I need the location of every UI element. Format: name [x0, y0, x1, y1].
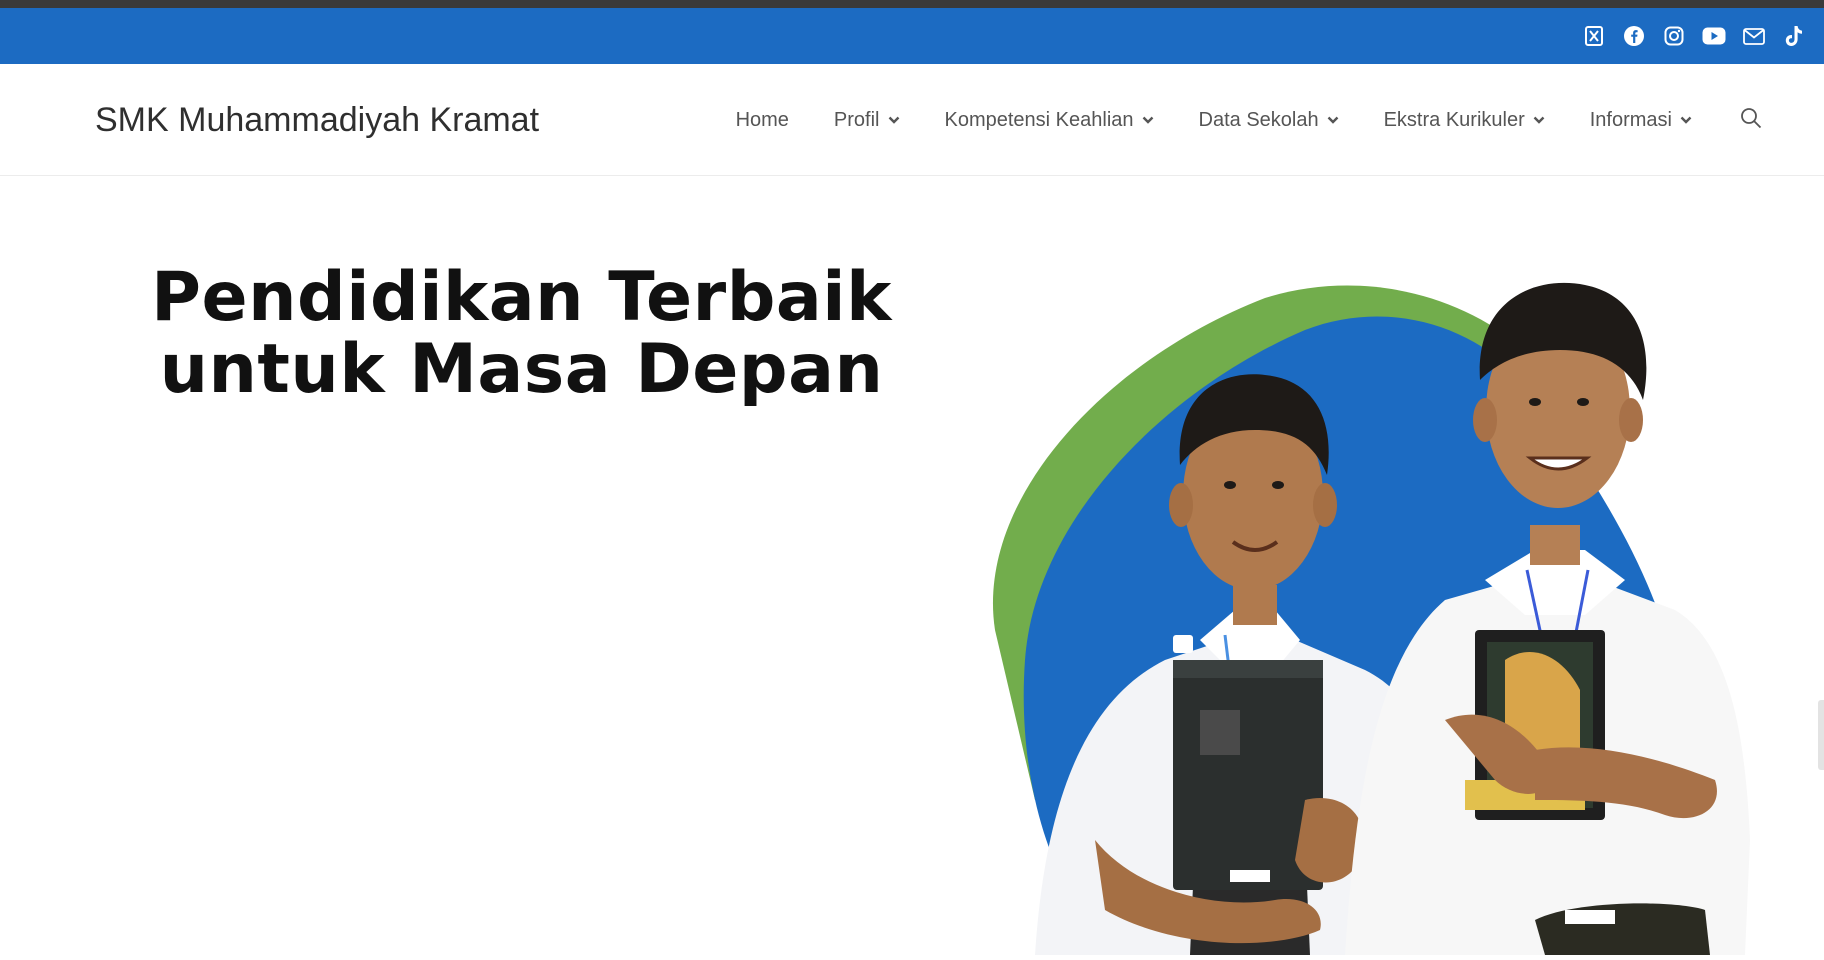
- hero-title: Pendidikan Terbaik untuk Masa Depan: [100, 262, 943, 406]
- chevron-down-icon: [1327, 116, 1339, 124]
- nav-home[interactable]: Home: [736, 109, 789, 132]
- x-twitter-icon[interactable]: [1582, 24, 1606, 48]
- nav-profil[interactable]: Profil: [834, 109, 900, 132]
- search-button[interactable]: [1740, 107, 1762, 134]
- nav-kompetensi-label: Kompetensi Keahlian: [944, 108, 1134, 131]
- nav-ekstra-kurikuler[interactable]: Ekstra Kurikuler: [1384, 109, 1545, 132]
- chevron-down-icon: [1142, 116, 1154, 124]
- youtube-icon[interactable]: [1702, 24, 1726, 48]
- search-icon: [1740, 107, 1762, 134]
- hero-title-line-1: Pendidikan Terbaik: [151, 258, 892, 337]
- tiktok-icon[interactable]: [1782, 24, 1806, 48]
- nav-informasi-label: Informasi: [1589, 108, 1672, 131]
- facebook-icon[interactable]: [1622, 24, 1646, 48]
- main-nav: Home Profil Kompetensi Keahlian Data Sek…: [691, 64, 1762, 176]
- social-links: [1582, 8, 1806, 64]
- instagram-icon[interactable]: [1662, 24, 1686, 48]
- nav-home-label: Home: [735, 108, 789, 131]
- chevron-down-icon: [888, 116, 900, 124]
- nav-ekstra-label: Ekstra Kurikuler: [1383, 108, 1525, 131]
- hero-students-image: [975, 280, 1775, 956]
- scroll-edge-marker: [1818, 700, 1824, 770]
- hero-title-line-2: untuk Masa Depan: [159, 330, 884, 409]
- nav-profil-label: Profil: [833, 108, 880, 131]
- email-icon[interactable]: [1742, 24, 1766, 48]
- top-bar: [0, 8, 1824, 64]
- chevron-down-icon: [1533, 116, 1545, 124]
- nav-data-sekolah-label: Data Sekolah: [1198, 108, 1319, 131]
- site-header: SMK Muhammadiyah Kramat Home Profil Komp…: [0, 64, 1824, 176]
- nav-informasi[interactable]: Informasi: [1590, 109, 1692, 132]
- browser-top-strip: [0, 0, 1824, 8]
- site-title[interactable]: SMK Muhammadiyah Kramat: [95, 64, 539, 176]
- nav-data-sekolah[interactable]: Data Sekolah: [1199, 109, 1339, 132]
- nav-kompetensi-keahlian[interactable]: Kompetensi Keahlian: [945, 109, 1154, 132]
- chevron-down-icon: [1680, 116, 1692, 124]
